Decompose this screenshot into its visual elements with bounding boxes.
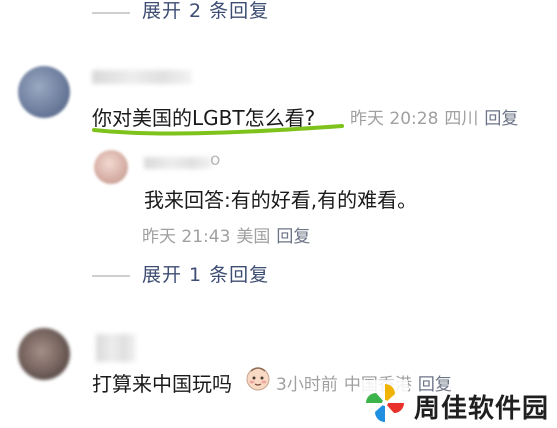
username-blurred[interactable] [92,70,192,84]
reply-time: 昨天 21:43 [142,227,231,247]
comment-meta: 昨天 20:28 四川 回复 [350,104,524,129]
comment-text: 打算来中国玩吗 [92,372,232,396]
reply-location: 美国 [236,227,271,247]
comment-time: 3小时前 [276,375,338,395]
reply-button[interactable]: 回复 [276,227,310,247]
reply-button[interactable]: 回复 [484,109,518,129]
username-suffix: o [210,150,221,170]
pinwheel-logo-icon [362,380,408,426]
shy-face-emoji-icon [246,367,270,391]
comment-location: 四川 [444,109,479,129]
expand-replies-top[interactable]: 展开 2 条回复 [142,0,269,23]
reply-text: 我来回答:有的好看,有的难看。 [144,188,418,212]
username-blurred[interactable] [144,157,212,169]
avatar[interactable] [94,150,128,184]
expand-divider [92,275,130,277]
green-underline-annotation [92,124,344,136]
watermark-text: 周佳软件园 [414,394,550,424]
expand-replies-mid[interactable]: 展开 1 条回复 [142,260,269,287]
username-blurred[interactable] [96,334,136,362]
comment-time: 昨天 20:28 [350,109,439,129]
avatar[interactable] [18,66,70,118]
avatar[interactable] [18,328,70,380]
reply-meta: 昨天 21:43 美国 回复 [142,222,316,247]
expand-divider [92,12,130,14]
